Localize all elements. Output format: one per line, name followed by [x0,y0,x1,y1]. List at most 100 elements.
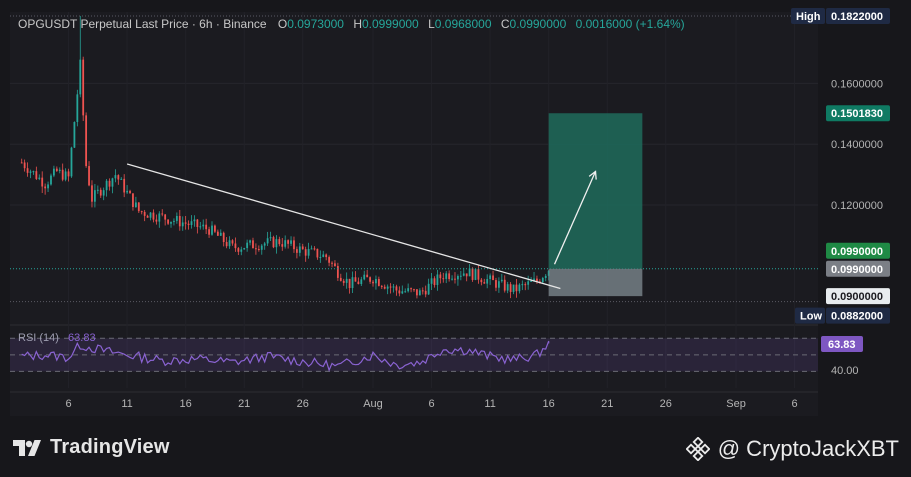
candle-body [530,280,533,282]
last-price-badge: 0.0990000 [826,260,890,277]
candle-body [20,162,23,164]
candle-body [492,275,494,281]
candle-body [53,168,55,176]
close-value: 0.0990000 [510,17,567,31]
candle-body [105,180,108,191]
candle-body [281,244,284,247]
candle-body [544,275,547,278]
time-tick-label: 16 [180,398,192,410]
candle-body [495,280,497,288]
candle-body [181,222,184,227]
price-chart[interactable]: OPGUSDT Perpetual Last Price · 6h · Bina… [0,0,911,418]
candle-body [418,290,421,296]
candle-body [129,190,131,194]
candle-body [252,240,254,249]
candle-body [518,284,521,292]
open-label: O [278,17,287,31]
candle-body [173,220,175,222]
time-tick-label: Aug [363,398,383,410]
candle-body [442,278,445,280]
candle-body [240,249,243,252]
svg-text:RSI (14) 63.83: RSI (14) 63.83 [18,332,96,344]
close-label: C [501,17,510,31]
candle-body [497,281,500,288]
stop-zone[interactable] [548,268,643,297]
candle-body [489,275,492,280]
candle-body [190,221,193,225]
candle-body [211,225,213,235]
time-tick-label: 16 [543,398,555,410]
candle-body [199,226,202,228]
candle-body [465,273,468,277]
candle-body [38,177,41,179]
candle-body [334,263,336,267]
candle-body [421,290,424,292]
candle-body [134,202,137,208]
candle-body [123,178,126,193]
candle-body [225,242,228,247]
candle-body [70,147,73,177]
time-tick-label: 6 [429,398,435,410]
candle-body [266,238,269,244]
candle-body [41,177,44,187]
candle-body [445,273,448,279]
low-badge: Low 0.0882000 [795,307,890,324]
rsi-label: RSI (14) [18,332,59,344]
candle-body [375,279,377,284]
candle-body [44,186,47,189]
candle-body [111,178,114,187]
candle-body [372,281,374,284]
candle-body [164,214,167,220]
time-tick-label: 21 [238,398,250,410]
candle-body [61,169,64,180]
candle-body [354,277,357,282]
candle-body [357,281,360,285]
rsi-header-value: 63.83 [68,332,96,344]
candle-body [143,211,146,216]
candle-body [117,175,120,180]
candle-body [278,239,281,245]
high-badge: High 0.1822000 [791,7,890,24]
candle-body [85,115,88,167]
candle-body [216,231,219,236]
candle-body [155,219,158,222]
candle-body [328,257,331,263]
candle-body [506,284,509,291]
candle-body [339,277,342,281]
candle-body [536,278,538,282]
candle-body [96,189,99,191]
time-tick-label: 26 [297,398,309,410]
candle-body [313,248,316,250]
candle-body [483,282,486,284]
candle-body [527,281,530,285]
candle-body [149,212,152,218]
candle-body [459,275,462,277]
svg-text:0.0882000: 0.0882000 [831,311,883,323]
candle-body [427,283,430,295]
candle-body [114,175,117,179]
change-value: 0.0016000 (+1.64%) [576,17,685,31]
candle-body [140,211,143,213]
stop-badge: 0.0900000 [826,288,890,305]
candle-body [331,262,333,264]
candle-body [257,249,260,251]
candle-body [477,269,480,280]
candle-body [363,274,366,280]
candle-body [79,59,82,95]
time-tick-label: Sep [726,398,746,410]
candle-body [474,269,477,280]
binance-icon [685,437,710,461]
time-tick-label: 21 [601,398,613,410]
candle-body [500,279,503,282]
candle-body [509,284,512,292]
svg-text:63.83: 63.83 [828,339,856,351]
svg-text:0.0900000: 0.0900000 [831,291,883,303]
candle-body [360,279,363,285]
candle-body [152,212,155,220]
candle-body [468,268,471,277]
candle-body [187,223,190,225]
candle-body [196,219,199,227]
candle-body [55,168,58,171]
candle-body [93,190,96,202]
candle-body [301,246,304,250]
